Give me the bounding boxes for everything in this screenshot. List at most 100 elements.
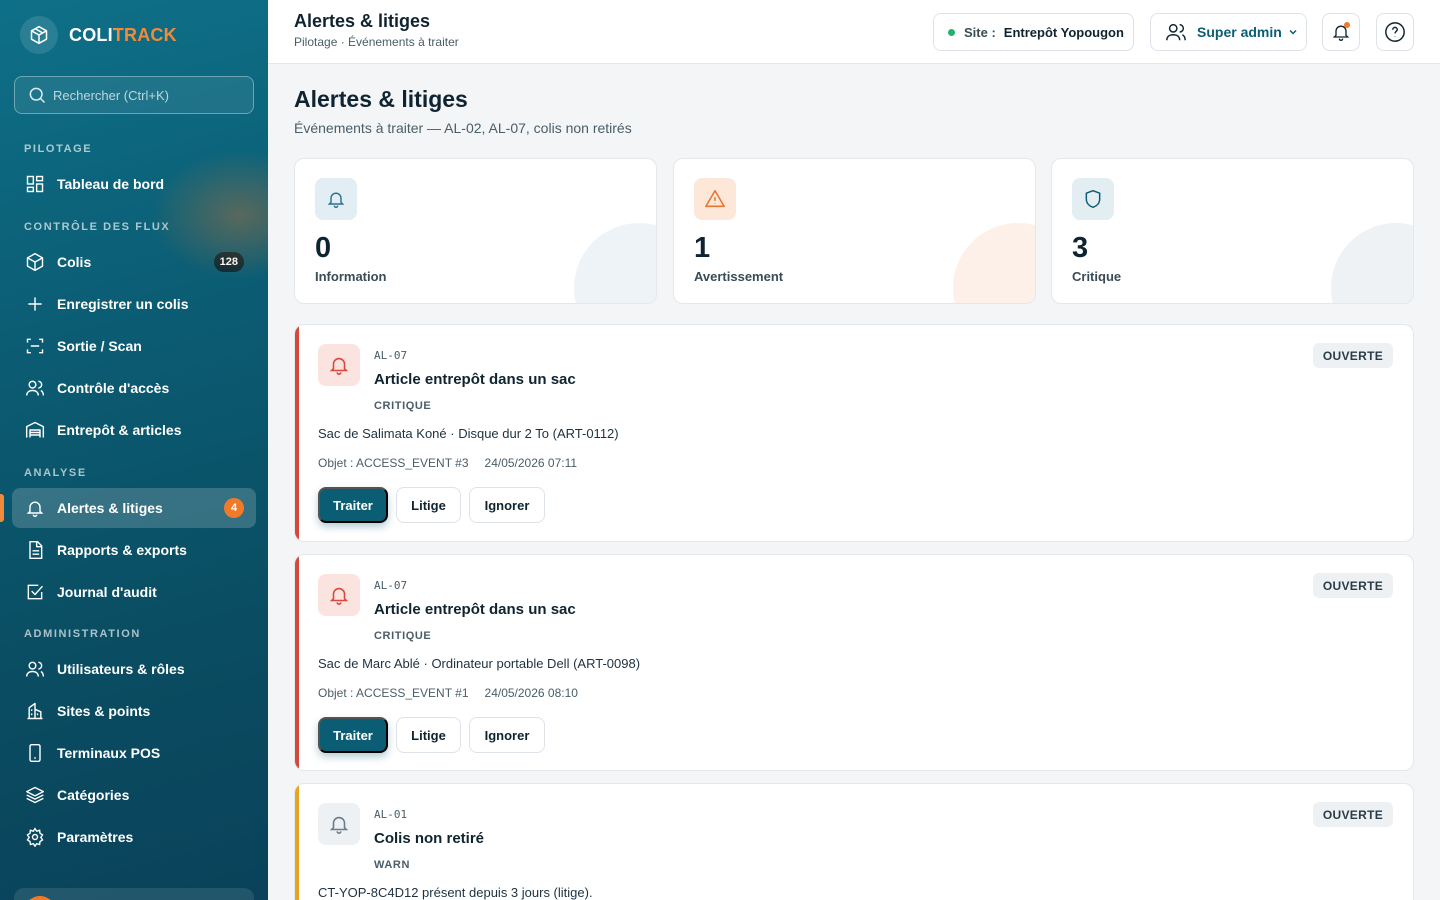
user-name: Super admin — [1197, 24, 1282, 40]
topbar-title: Alertes & litiges — [294, 11, 431, 31]
shield-icon — [1072, 178, 1114, 220]
sidebar-item-label: Rapports & exports — [57, 542, 187, 558]
dispute-button[interactable]: Litige — [396, 487, 461, 523]
sidebar-item-label: Journal d'audit — [57, 584, 157, 600]
sidebar-item-label: Sites & points — [57, 703, 151, 719]
brand[interactable]: COLITRACK — [20, 16, 177, 54]
sidebar-item-label: Alertes & litiges — [57, 500, 163, 516]
sidebar-item-label: Sortie / Scan — [57, 338, 142, 354]
sidebar-item-label: Enregistrer un colis — [57, 296, 189, 312]
stat-label: Critique — [1072, 269, 1122, 284]
sidebar-item-label: Terminaux POS — [57, 745, 161, 761]
section-analyse: ANALYSE — [24, 467, 87, 479]
bell-icon — [24, 497, 46, 519]
site-selector[interactable]: Site : Entrepôt Yopougon — [933, 13, 1134, 51]
bell-icon — [318, 803, 360, 845]
search-box[interactable] — [14, 76, 254, 114]
bell-icon — [315, 178, 357, 220]
decorative-circle — [1331, 223, 1413, 303]
stat-value: 0 — [315, 232, 332, 264]
alert-description: CT-YOP-8C4D12 présent depuis 3 jours (li… — [318, 885, 593, 900]
sidebar-item-label: Catégories — [57, 787, 130, 803]
sidebar-item-utilisateurs-roles[interactable]: Utilisateurs & rôles — [12, 649, 256, 689]
treat-button[interactable]: Traiter — [318, 487, 388, 523]
sidebar-item-label: Utilisateurs & rôles — [57, 661, 185, 677]
treat-button[interactable]: Traiter — [318, 717, 388, 753]
scan-icon — [24, 335, 46, 357]
alerts-count-badge: 4 — [224, 498, 244, 518]
layers-icon — [24, 784, 46, 806]
colis-count-badge: 128 — [213, 252, 244, 272]
plus-icon — [24, 293, 46, 315]
stat-card-avertissement[interactable]: 1 Avertissement — [673, 158, 1036, 304]
stat-value: 1 — [694, 232, 711, 264]
ignore-button[interactable]: Ignorer — [469, 717, 545, 753]
severity-bar — [295, 784, 299, 900]
help-icon — [1385, 22, 1405, 42]
chevron-down-icon — [1287, 26, 1299, 38]
sidebar-item-label: Colis — [57, 254, 92, 270]
sidebar-item-sortie-scan[interactable]: Sortie / Scan — [12, 326, 256, 366]
sidebar-item-categories[interactable]: Catégories — [12, 775, 256, 815]
section-administration: ADMINISTRATION — [24, 628, 141, 640]
alert-code: AL-01 — [374, 808, 408, 821]
sidebar-item-rapports-exports[interactable]: Rapports & exports — [12, 530, 256, 570]
sidebar: COLITRACK PILOTAGE Tableau de bord CONTR… — [0, 0, 268, 900]
alert-severity: WARN — [374, 859, 411, 871]
user-profile-card[interactable] — [14, 888, 254, 900]
alert-title: Article entrepôt dans un sac — [374, 601, 576, 618]
page-subtitle: Événements à traiter — AL-02, AL-07, col… — [294, 120, 632, 136]
notifications-button[interactable] — [1322, 13, 1360, 51]
stat-label: Avertissement — [694, 269, 784, 284]
brand-name: COLITRACK — [69, 24, 177, 45]
building-icon — [24, 700, 46, 722]
help-button[interactable] — [1376, 13, 1414, 51]
page-title: Alertes & litiges — [294, 86, 468, 112]
dispute-button[interactable]: Litige — [396, 717, 461, 753]
sidebar-item-entrepot-articles[interactable]: Entrepôt & articles — [12, 410, 256, 450]
users-icon — [24, 377, 46, 399]
sidebar-item-enregistrer-colis[interactable]: Enregistrer un colis — [12, 284, 256, 324]
search-input[interactable] — [53, 87, 243, 103]
topbar: Alertes & litiges Pilotage · Événements … — [268, 0, 1440, 64]
sidebar-item-tableau-de-bord[interactable]: Tableau de bord — [12, 164, 256, 204]
alert-object: Objet : ACCESS_EVENT #3 — [318, 456, 469, 470]
section-controle: CONTRÔLE DES FLUX — [24, 221, 171, 233]
status-badge: OUVERTE — [1312, 802, 1393, 827]
sidebar-item-controle-acces[interactable]: Contrôle d'accès — [12, 368, 256, 408]
alert-card: AL-07 Article entrepôt dans un sac CRITI… — [294, 554, 1414, 771]
document-icon — [24, 539, 46, 561]
user-menu-button[interactable]: Super admin — [1150, 13, 1307, 51]
alert-card: AL-07 Article entrepôt dans un sac CRITI… — [294, 324, 1414, 542]
alert-description: Sac de Marc Ablé · Ordinateur portable D… — [318, 656, 641, 671]
alert-card: AL-01 Colis non retiré WARN OUVERTE CT-Y… — [294, 783, 1414, 900]
warning-icon — [694, 178, 736, 220]
stat-value: 3 — [1072, 232, 1089, 264]
ignore-button[interactable]: Ignorer — [469, 487, 545, 523]
sidebar-item-terminaux-pos[interactable]: Terminaux POS — [12, 733, 256, 773]
gear-icon — [24, 826, 46, 848]
alert-meta: Objet : ACCESS_EVENT #3 24/05/2026 07:11 — [318, 456, 577, 470]
sidebar-item-journal-audit[interactable]: Journal d'audit — [12, 572, 256, 612]
avatar — [24, 896, 56, 900]
box-logo-icon — [20, 16, 58, 54]
stat-card-information[interactable]: 0 Information — [294, 158, 657, 304]
alert-title: Colis non retiré — [374, 830, 485, 847]
alert-severity: CRITIQUE — [374, 630, 432, 642]
stat-card-critique[interactable]: 3 Critique — [1051, 158, 1414, 304]
dashboard-icon — [24, 173, 46, 195]
alert-code: AL-07 — [374, 579, 408, 592]
mobile-icon — [24, 742, 46, 764]
sidebar-item-parametres[interactable]: Paramètres — [12, 817, 256, 857]
sidebar-item-alertes-litiges[interactable]: Alertes & litiges 4 — [0, 488, 256, 528]
notification-dot — [1344, 22, 1350, 28]
alert-date: 24/05/2026 08:10 — [484, 686, 578, 700]
sidebar-item-colis[interactable]: Colis 128 — [12, 242, 256, 282]
alert-code: AL-07 — [374, 349, 408, 362]
bell-icon — [318, 574, 360, 616]
status-badge: OUVERTE — [1312, 573, 1393, 598]
alert-severity: CRITIQUE — [374, 400, 432, 412]
sidebar-item-sites-points[interactable]: Sites & points — [12, 691, 256, 731]
checkbox-icon — [24, 581, 46, 603]
alert-description: Sac de Salimata Koné · Disque dur 2 To (… — [318, 426, 619, 441]
